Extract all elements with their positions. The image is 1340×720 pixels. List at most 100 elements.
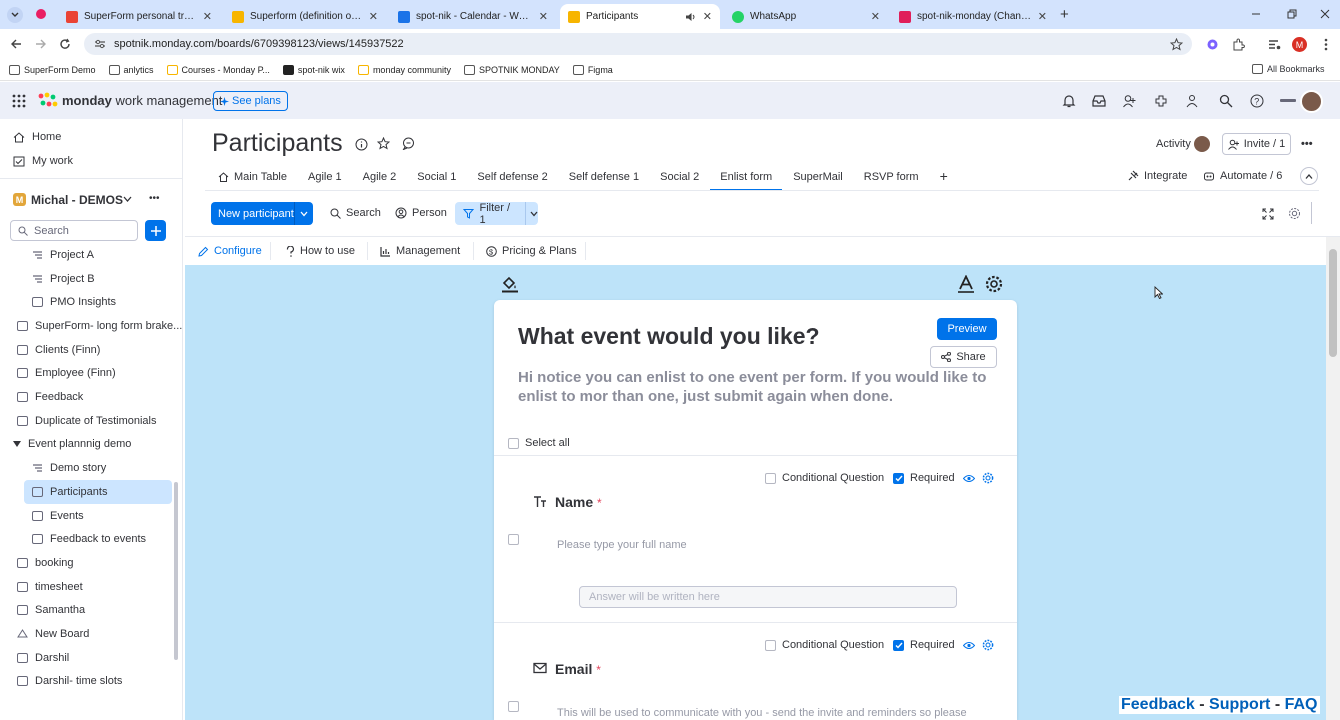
required-toggle[interactable]: Required — [893, 639, 955, 651]
sidebar-item-employee[interactable]: Employee (Finn) — [17, 362, 116, 384]
new-tab-button[interactable]: + — [1060, 6, 1069, 23]
question-select-checkbox[interactable] — [508, 701, 519, 712]
close-icon[interactable]: ✕ — [703, 10, 712, 23]
question-title-name[interactable]: Name * — [555, 494, 602, 510]
page-scrollbar-thumb[interactable] — [1329, 249, 1337, 357]
chevron-down-icon[interactable] — [123, 196, 132, 203]
sidebar-search-input[interactable]: Search — [10, 220, 138, 241]
eye-visibility-icon[interactable] — [963, 474, 975, 483]
form-settings-gear-icon[interactable] — [985, 275, 1003, 293]
sidebar-item-testimonials[interactable]: Duplicate of Testimonials — [17, 410, 156, 432]
bookmark-link[interactable]: monday community — [357, 64, 451, 75]
form-description[interactable]: Hi notice you can enlist to one event pe… — [518, 368, 988, 406]
invite-button[interactable]: Invite / 1 — [1222, 133, 1291, 155]
browser-tab-4-active[interactable]: Participants ✕ — [560, 4, 720, 29]
question-settings-gear-icon[interactable] — [982, 639, 994, 651]
back-arrow-icon[interactable] — [10, 38, 22, 50]
sidebar-item-feedback-events[interactable]: Feedback to events — [32, 528, 146, 550]
speaker-icon[interactable] — [685, 12, 697, 22]
filter-button[interactable]: Filter / 1 — [455, 202, 538, 226]
question-title-email[interactable]: Email * — [555, 661, 601, 677]
question-hint-email[interactable]: This will be used to communicate with yo… — [557, 707, 1012, 720]
tab-rsvp-form[interactable]: RSVP form — [864, 171, 919, 183]
site-info-icon[interactable] — [94, 39, 106, 49]
extensions-puzzle-icon[interactable] — [1232, 38, 1245, 51]
favorite-star-icon[interactable] — [377, 137, 390, 150]
sidebar-item-superform[interactable]: SuperForm- long form brake... — [17, 315, 182, 337]
required-toggle[interactable]: Required — [893, 472, 955, 484]
sidebar-item-clients[interactable]: Clients (Finn) — [17, 339, 100, 361]
browser-menu-icon[interactable] — [1323, 38, 1329, 51]
restore-icon[interactable] — [1287, 9, 1297, 19]
sidebar-item-booking[interactable]: booking — [17, 552, 74, 574]
browser-tab-1[interactable]: SuperForm personal training - ✕ — [58, 4, 220, 29]
close-window-icon[interactable] — [1320, 9, 1330, 19]
info-icon[interactable] — [355, 138, 368, 151]
tab-supermail[interactable]: SuperMail — [793, 171, 843, 183]
help-icon[interactable]: ? — [1250, 94, 1264, 108]
bookmark-folder[interactable]: Figma — [572, 64, 613, 75]
board-title[interactable]: Participants — [212, 129, 343, 158]
bookmark-folder[interactable]: SPOTNIK MONDAY — [463, 64, 560, 75]
apps-marketplace-icon[interactable] — [1154, 94, 1168, 108]
invite-members-icon[interactable] — [1123, 94, 1137, 108]
support-link[interactable]: Support — [1209, 696, 1270, 713]
user-avatar[interactable] — [1300, 90, 1323, 113]
board-more-button[interactable]: ••• — [1301, 138, 1313, 150]
workspace-selector[interactable]: Michal - DEMOS — [31, 193, 123, 207]
eye-visibility-icon[interactable] — [963, 641, 975, 650]
select-all-toggle[interactable]: Select all — [508, 437, 570, 449]
sidebar-item-project-b[interactable]: Project B — [32, 268, 95, 290]
browser-tab-6[interactable]: spot-nik-monday (Channel) - S ✕ — [891, 4, 1055, 29]
question-select-checkbox[interactable] — [508, 534, 519, 545]
sidebar-folder-event-planning[interactable]: Event plannnig demo — [13, 433, 131, 455]
all-bookmarks[interactable]: All Bookmarks — [1252, 64, 1325, 74]
feedback-link[interactable]: Feedback — [1121, 696, 1195, 713]
font-style-icon[interactable] — [957, 275, 975, 293]
sidebar-item-darshil-slots[interactable]: Darshil- time slots — [17, 670, 122, 692]
sidebar-item-pmo-insights[interactable]: PMO Insights — [32, 291, 116, 313]
tab-social-2[interactable]: Social 2 — [660, 171, 699, 183]
browser-tab-2[interactable]: Superform (definition of creati ✕ — [224, 4, 386, 29]
app-tab-management[interactable]: Management — [380, 245, 460, 257]
minimize-icon[interactable] — [1251, 9, 1261, 19]
search-icon[interactable] — [1219, 94, 1233, 108]
integrate-button[interactable]: Integrate — [1127, 170, 1187, 182]
app-tab-configure[interactable]: Configure — [198, 245, 262, 257]
account-logo-icon[interactable] — [1280, 99, 1296, 102]
inbox-icon[interactable] — [1092, 94, 1106, 108]
team-icon[interactable] — [1185, 94, 1199, 108]
sidebar-item-demo-story[interactable]: Demo story — [32, 457, 106, 479]
preview-button[interactable]: Preview — [937, 318, 997, 340]
tab-search-button[interactable] — [7, 7, 23, 23]
sidebar-item-feedback[interactable]: Feedback — [17, 386, 83, 408]
tab-social-1[interactable]: Social 1 — [417, 171, 456, 183]
app-tab-pricing[interactable]: $ Pricing & Plans — [486, 245, 577, 257]
close-icon[interactable]: ✕ — [539, 10, 548, 23]
extension-flower-icon[interactable] — [1206, 38, 1219, 51]
media-controls-icon[interactable] — [1268, 38, 1281, 51]
bookmark-star-icon[interactable] — [1170, 38, 1183, 51]
activity-avatar[interactable] — [1194, 136, 1210, 152]
close-icon[interactable]: ✕ — [369, 10, 378, 23]
sidebar-item-timesheet[interactable]: timesheet — [17, 576, 83, 598]
required-checkbox[interactable] — [893, 639, 904, 651]
add-item-button[interactable] — [145, 220, 166, 241]
chevron-down-icon[interactable] — [300, 211, 308, 217]
add-view-button[interactable]: + — [940, 168, 948, 184]
settings-gear-icon[interactable] — [1288, 207, 1301, 220]
paint-bucket-icon[interactable] — [501, 275, 519, 293]
profile-avatar[interactable]: M — [1292, 37, 1307, 52]
chevron-down-icon[interactable] — [530, 211, 538, 217]
conditional-checkbox[interactable] — [765, 639, 776, 651]
bookmark-link[interactable]: Courses - Monday P... — [166, 64, 270, 75]
see-plans-button[interactable]: See plans — [213, 91, 288, 111]
activity-link[interactable]: Activity — [1156, 138, 1191, 150]
close-icon[interactable]: ✕ — [203, 10, 212, 23]
new-participant-button[interactable]: New participant — [211, 202, 313, 225]
browser-tab-5[interactable]: WhatsApp ✕ — [724, 4, 888, 29]
tab-agile-1[interactable]: Agile 1 — [308, 171, 342, 183]
sidebar-item-project-a[interactable]: Project A — [32, 244, 94, 266]
sidebar-home[interactable]: Home — [13, 126, 61, 148]
sidebar-my-work[interactable]: My work — [13, 150, 73, 172]
